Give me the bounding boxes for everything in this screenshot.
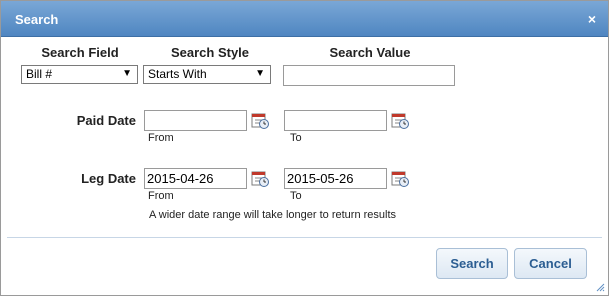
chevron-down-icon: ▼ bbox=[122, 68, 132, 79]
resize-grip-icon[interactable] bbox=[595, 282, 605, 292]
search-dialog: Search × Search Field Search Style Searc… bbox=[0, 0, 609, 296]
search-style-selected: Starts With bbox=[148, 67, 207, 81]
date-range-hint: A wider date range will take longer to r… bbox=[149, 209, 397, 221]
calendar-icon[interactable] bbox=[250, 169, 270, 189]
leg-date-from-label: From bbox=[148, 190, 174, 202]
search-field-header: Search Field bbox=[41, 45, 119, 60]
paid-date-to-input[interactable] bbox=[284, 110, 387, 131]
search-field-select[interactable]: Bill # ▼ bbox=[21, 65, 138, 84]
chevron-down-icon: ▼ bbox=[255, 68, 265, 79]
calendar-icon[interactable] bbox=[390, 169, 410, 189]
dialog-title: Search bbox=[15, 12, 59, 27]
footer-divider bbox=[7, 237, 602, 238]
search-value-header: Search Value bbox=[329, 45, 411, 60]
paid-date-to-label: To bbox=[290, 132, 302, 144]
paid-date-from-input[interactable] bbox=[144, 110, 247, 131]
paid-date-label: Paid Date bbox=[76, 113, 136, 128]
calendar-icon[interactable] bbox=[390, 111, 410, 131]
leg-date-to-label: To bbox=[290, 190, 302, 202]
paid-date-from-label: From bbox=[148, 132, 174, 144]
leg-date-label: Leg Date bbox=[81, 171, 136, 186]
search-button[interactable]: Search bbox=[436, 248, 508, 279]
leg-date-from-input[interactable] bbox=[144, 168, 247, 189]
close-icon[interactable]: × bbox=[588, 11, 596, 27]
search-value-input[interactable] bbox=[283, 65, 455, 86]
leg-date-to-input[interactable] bbox=[284, 168, 387, 189]
calendar-icon[interactable] bbox=[250, 111, 270, 131]
search-field-selected: Bill # bbox=[26, 67, 53, 81]
dialog-titlebar[interactable]: Search × bbox=[1, 1, 608, 37]
search-style-select[interactable]: Starts With ▼ bbox=[143, 65, 271, 84]
search-style-header: Search Style bbox=[170, 45, 250, 60]
cancel-button[interactable]: Cancel bbox=[514, 248, 587, 279]
